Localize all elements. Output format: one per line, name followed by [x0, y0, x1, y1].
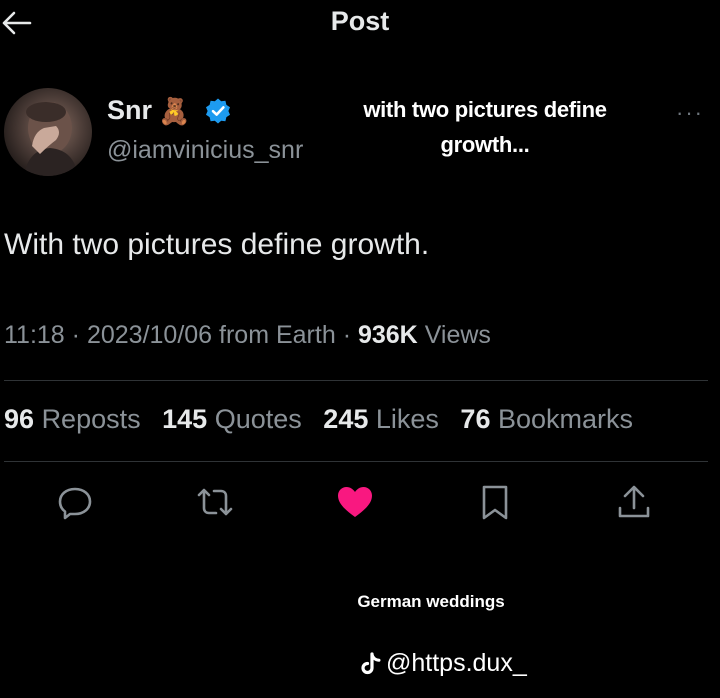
meta-separator: ·: [342, 321, 358, 349]
repost-icon[interactable]: [195, 482, 235, 522]
reply-icon[interactable]: [55, 482, 95, 522]
engagement-stats: 96 Reposts 145 Quotes 245 Likes 76 Bookm…: [4, 404, 647, 435]
tweet-time: 11:18: [4, 321, 65, 349]
views-label[interactable]: Views: [425, 321, 491, 349]
watermark-handle: @https.dux_: [386, 649, 527, 677]
more-options-icon[interactable]: ···: [676, 100, 704, 126]
video-caption: German weddings: [357, 592, 505, 611]
tweet-source: from Earth: [219, 321, 336, 349]
tweet-date: 2023/10/06: [86, 321, 213, 349]
divider: [4, 380, 708, 381]
action-bar: [0, 482, 720, 530]
bookmarks-stat[interactable]: 76 Bookmarks: [460, 404, 633, 434]
teddy-bear-emoji: 🧸: [158, 95, 191, 126]
like-icon[interactable]: [335, 482, 375, 522]
author-handle[interactable]: @iamvinicius_snr: [107, 136, 303, 165]
tweet-text: With two pictures define growth.: [4, 228, 430, 261]
tiktok-watermark: @https.dux_: [360, 649, 527, 678]
share-icon[interactable]: [614, 482, 654, 522]
bookmark-icon[interactable]: [475, 482, 515, 522]
quotes-stat[interactable]: 145 Quotes: [162, 404, 302, 434]
divider: [4, 461, 708, 462]
views-count[interactable]: 936K: [358, 321, 418, 349]
verified-badge-icon: [206, 98, 231, 123]
meta-separator: ·: [71, 321, 87, 349]
video-overlay-caption: with two pictures define growth...: [363, 97, 607, 157]
tiktok-logo-icon: [361, 651, 381, 674]
tweet-meta: 11:18 · 2023/10/06 from Earth · 936K Vie…: [4, 321, 491, 350]
author-name-row[interactable]: Snr 🧸: [107, 95, 232, 126]
page-title: Post: [330, 6, 390, 36]
author-name[interactable]: Snr: [107, 95, 152, 126]
reposts-stat[interactable]: 96 Reposts: [4, 404, 141, 434]
avatar[interactable]: [4, 88, 92, 176]
likes-stat[interactable]: 245 Likes: [323, 404, 439, 434]
